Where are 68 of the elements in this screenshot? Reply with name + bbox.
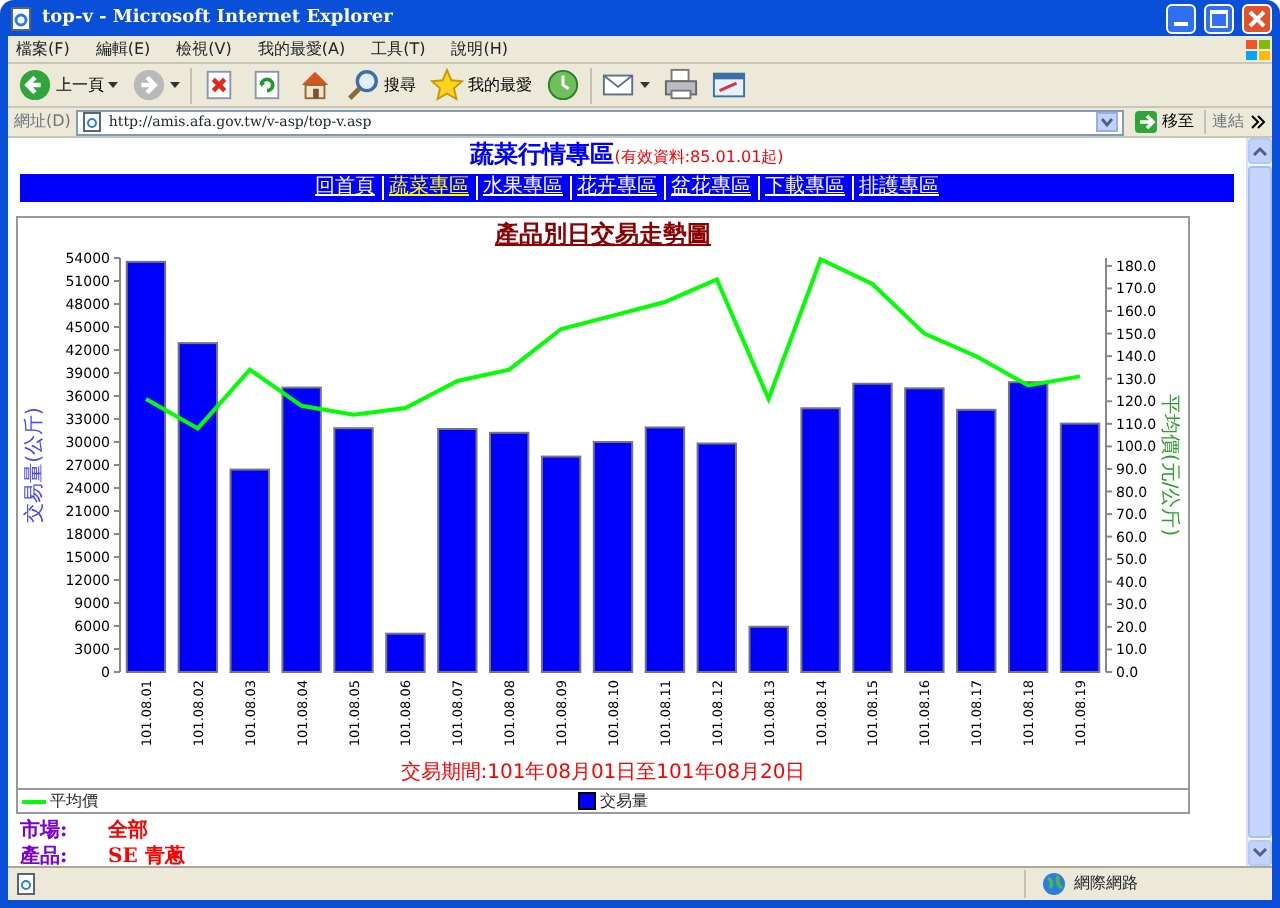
- menu-item[interactable]: 我的最愛(A): [257, 39, 346, 59]
- home-icon: [298, 68, 332, 102]
- windows-flag-icon: [1244, 37, 1272, 61]
- chevron-icon[interactable]: [1250, 114, 1266, 130]
- nav-link[interactable]: 水果專區: [475, 176, 569, 200]
- window-title: top-v - Microsoft Internet Explorer: [42, 7, 393, 29]
- axis-title: 交易量(公斤): [24, 407, 46, 523]
- forward-icon: [132, 68, 166, 102]
- field-label: 市場:: [20, 818, 70, 844]
- printer-icon: [664, 68, 698, 102]
- page-heading: 蔬菜行情專區: [470, 140, 615, 168]
- search-icon: [346, 68, 380, 102]
- bar: [385, 632, 426, 673]
- scroll-up-button[interactable]: [1248, 138, 1272, 164]
- period-label: 交易期間:101年08月01日至101年08月20日: [400, 762, 806, 784]
- star-button[interactable]: 我的最愛: [426, 68, 536, 102]
- go-button[interactable]: 移至: [1130, 110, 1198, 134]
- status-zone: 網際網路: [1074, 874, 1138, 894]
- star-icon: [430, 68, 464, 102]
- maximize-button[interactable]: [1204, 3, 1234, 33]
- scrollbar-thumb[interactable]: [1248, 166, 1272, 838]
- page-icon: [14, 872, 38, 896]
- legend-label: 平均價: [50, 791, 98, 811]
- dropdown-icon[interactable]: [1096, 112, 1118, 132]
- scroll-down-button[interactable]: [1248, 840, 1272, 866]
- axis-title: 平均價(元/公斤): [1158, 393, 1180, 537]
- nav-link[interactable]: 盆花專區: [663, 176, 757, 200]
- nav-link[interactable]: 花卉專區: [569, 176, 663, 200]
- arrow-icon: [1134, 110, 1158, 134]
- stop-icon: [202, 68, 236, 102]
- caret-icon: [640, 81, 650, 89]
- nav-link[interactable]: 排護專區: [851, 176, 945, 200]
- bar: [748, 625, 789, 673]
- back-icon: [18, 68, 52, 102]
- field-label: 產品:: [20, 844, 70, 866]
- page-icon: [8, 5, 34, 31]
- back-button[interactable]: 上一頁: [14, 68, 122, 102]
- edit-button[interactable]: [708, 68, 750, 102]
- field-value: 全部: [108, 818, 148, 844]
- globe-icon: [1042, 872, 1066, 896]
- caret-icon: [108, 81, 118, 89]
- history-button[interactable]: [542, 68, 584, 102]
- nav-link[interactable]: 回首頁: [309, 176, 381, 200]
- maximize-icon: [1210, 9, 1228, 27]
- validity-note: (有效資料:85.01.01起): [614, 148, 784, 166]
- nav-link[interactable]: 蔬菜專區: [381, 176, 475, 200]
- refresh-icon: [250, 68, 284, 102]
- nav-link[interactable]: 下載專區: [757, 176, 851, 200]
- legend-label: 交易量: [600, 791, 648, 811]
- printer-button[interactable]: [660, 68, 702, 102]
- caret-icon: [170, 81, 180, 89]
- menu-item[interactable]: 編輯(E): [95, 39, 151, 59]
- minimize-icon: [1174, 22, 1188, 26]
- history-icon: [546, 68, 580, 102]
- chart-title: 產品別日交易走勢圖: [495, 220, 711, 248]
- search-button[interactable]: 搜尋: [342, 68, 420, 102]
- edit-icon: [712, 68, 746, 102]
- close-button[interactable]: [1242, 3, 1272, 33]
- menu-item[interactable]: 說明(H): [451, 39, 508, 59]
- minimize-button[interactable]: [1166, 3, 1196, 33]
- close-icon: [1248, 9, 1266, 27]
- menu-item[interactable]: 檢視(V): [176, 39, 232, 59]
- address-label: 網址(D): [14, 112, 71, 132]
- menu-item[interactable]: 檔案(F): [16, 39, 70, 59]
- field-value: SE 青蔥: [108, 844, 185, 866]
- menu-item[interactable]: 工具(T): [371, 39, 426, 59]
- page-icon: [82, 112, 103, 132]
- links-label[interactable]: 連結: [1212, 112, 1244, 132]
